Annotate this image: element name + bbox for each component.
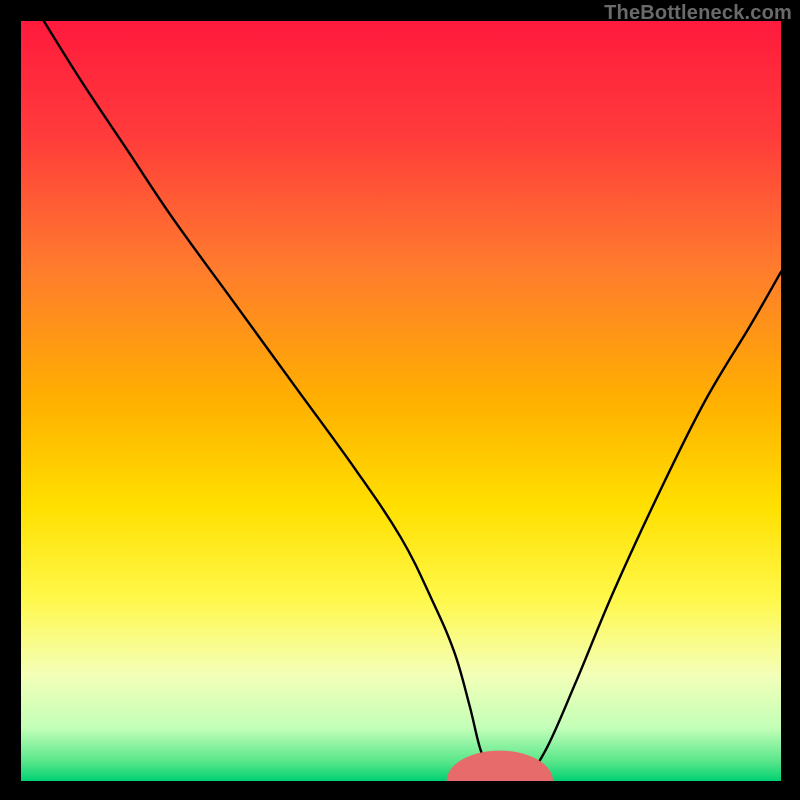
chart-frame: TheBottleneck.com <box>0 0 800 800</box>
plot-area <box>21 21 781 781</box>
gradient-background <box>21 21 781 781</box>
watermark-text: TheBottleneck.com <box>604 2 792 25</box>
bottleneck-plot-svg <box>21 21 781 781</box>
